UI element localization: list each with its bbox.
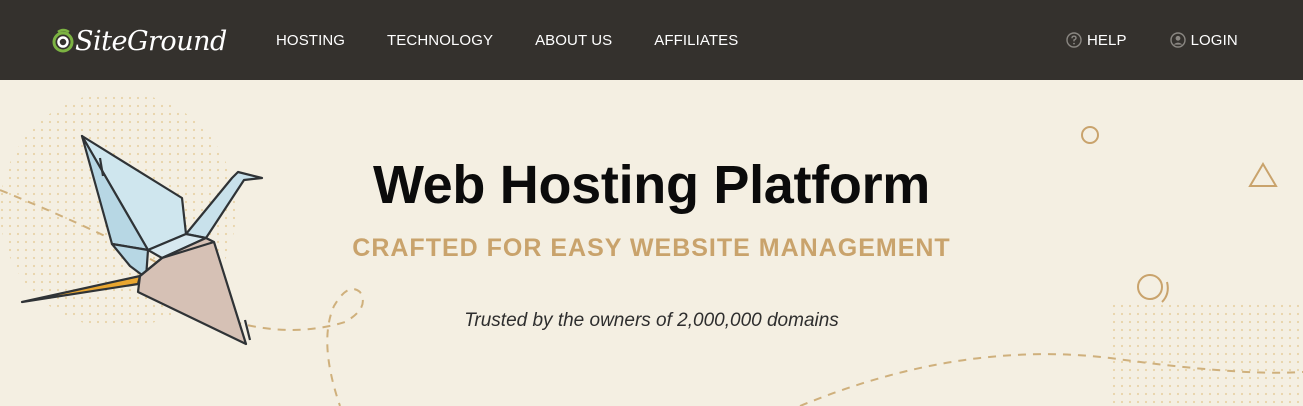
- nav-about-us[interactable]: ABOUT US: [535, 32, 612, 49]
- help-label: HELP: [1087, 31, 1127, 49]
- circle-accent-large: [1137, 274, 1163, 300]
- utility-navigation: HELP LOGIN: [1066, 0, 1238, 80]
- question-circle-icon: [1066, 32, 1082, 48]
- nav-affiliates[interactable]: AFFILIATES: [654, 32, 738, 49]
- nav-hosting[interactable]: HOSTING: [276, 32, 345, 49]
- hero-section: Web Hosting Platform CRAFTED FOR EASY WE…: [0, 80, 1303, 406]
- logo-text: SiteGround: [75, 25, 227, 57]
- siteground-logo[interactable]: SiteGround: [52, 24, 227, 58]
- top-navigation-bar: SiteGround HOSTING TECHNOLOGY ABOUT US A…: [0, 0, 1303, 80]
- nav-technology[interactable]: TECHNOLOGY: [387, 32, 493, 49]
- trust-statement: Trusted by the owners of 2,000,000 domai…: [464, 310, 839, 331]
- hero-title: Web Hosting Platform: [372, 155, 931, 215]
- user-circle-icon: [1169, 32, 1186, 48]
- main-navigation: HOSTING TECHNOLOGY ABOUT US AFFILIATES: [276, 0, 780, 80]
- login-link[interactable]: LOGIN: [1169, 31, 1238, 49]
- help-link[interactable]: HELP: [1066, 32, 1127, 49]
- circle-accent-swoosh: [1161, 281, 1169, 303]
- hero-subtitle: CRAFTED FOR EASY WEBSITE MANAGEMENT: [352, 234, 951, 262]
- siteground-swirl-icon: [52, 28, 74, 53]
- login-label: LOGIN: [1190, 31, 1238, 49]
- circle-accent-small: [1081, 126, 1099, 144]
